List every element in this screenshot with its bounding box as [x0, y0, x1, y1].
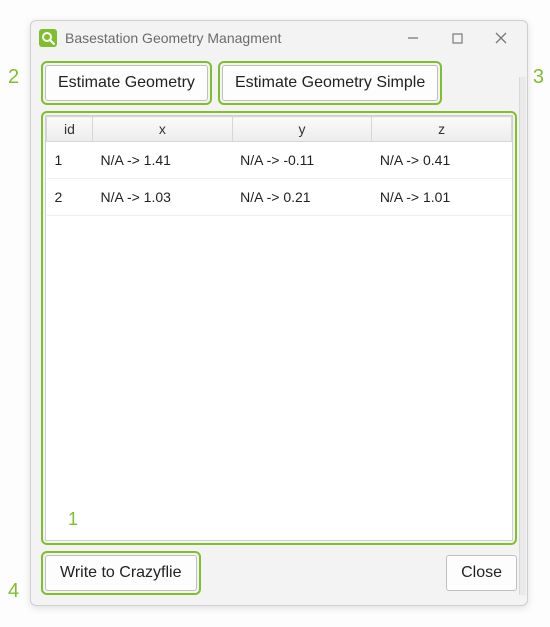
cell-x[interactable]: N/A -> 1.03 [93, 179, 233, 216]
dialog-body: Estimate Geometry Estimate Geometry Simp… [31, 55, 527, 605]
geometry-table[interactable]: id x y z 1 N/A -> 1.41 N/A -> -0.11 N/A … [46, 116, 512, 216]
estimate-geometry-button[interactable]: Estimate Geometry [45, 65, 208, 101]
window-title: Basestation Geometry Managment [65, 30, 281, 46]
cell-y[interactable]: N/A -> 0.21 [232, 179, 372, 216]
scrollbar-hint [519, 77, 526, 595]
cell-z[interactable]: N/A -> 0.41 [372, 142, 512, 179]
annotation-2: 2 [8, 66, 19, 89]
cell-id[interactable]: 2 [47, 179, 93, 216]
window-close-button[interactable] [479, 23, 523, 53]
table-header-row: id x y z [47, 117, 512, 142]
close-button[interactable]: Close [446, 555, 517, 591]
minimize-button[interactable] [391, 23, 435, 53]
geometry-table-container: id x y z 1 N/A -> 1.41 N/A -> -0.11 N/A … [45, 115, 513, 541]
dialog-window: Basestation Geometry Managment Estimate … [30, 20, 528, 606]
col-header-z[interactable]: z [372, 117, 512, 142]
highlight-estimate-simple: Estimate Geometry Simple [218, 61, 442, 105]
titlebar: Basestation Geometry Managment [31, 21, 527, 55]
col-header-x[interactable]: x [93, 117, 233, 142]
highlight-write: Write to Crazyflie [41, 551, 201, 595]
table-row[interactable]: 2 N/A -> 1.03 N/A -> 0.21 N/A -> 1.01 [47, 179, 512, 216]
highlight-table-area: id x y z 1 N/A -> 1.41 N/A -> -0.11 N/A … [41, 111, 517, 545]
write-to-crazyflie-button[interactable]: Write to Crazyflie [45, 555, 197, 591]
maximize-button[interactable] [435, 23, 479, 53]
col-header-y[interactable]: y [232, 117, 372, 142]
top-button-row: Estimate Geometry Estimate Geometry Simp… [41, 61, 517, 105]
app-icon [39, 29, 57, 47]
table-row[interactable]: 1 N/A -> 1.41 N/A -> -0.11 N/A -> 0.41 [47, 142, 512, 179]
cell-id[interactable]: 1 [47, 142, 93, 179]
annotation-1: 1 [68, 509, 78, 530]
cell-x[interactable]: N/A -> 1.41 [93, 142, 233, 179]
cell-y[interactable]: N/A -> -0.11 [232, 142, 372, 179]
footer-row: Write to Crazyflie Close [41, 551, 517, 595]
annotation-4: 4 [8, 580, 19, 603]
cell-z[interactable]: N/A -> 1.01 [372, 179, 512, 216]
estimate-geometry-simple-button[interactable]: Estimate Geometry Simple [222, 65, 438, 101]
highlight-estimate: Estimate Geometry [41, 61, 212, 105]
annotation-3: 3 [533, 66, 544, 89]
col-header-id[interactable]: id [47, 117, 93, 142]
